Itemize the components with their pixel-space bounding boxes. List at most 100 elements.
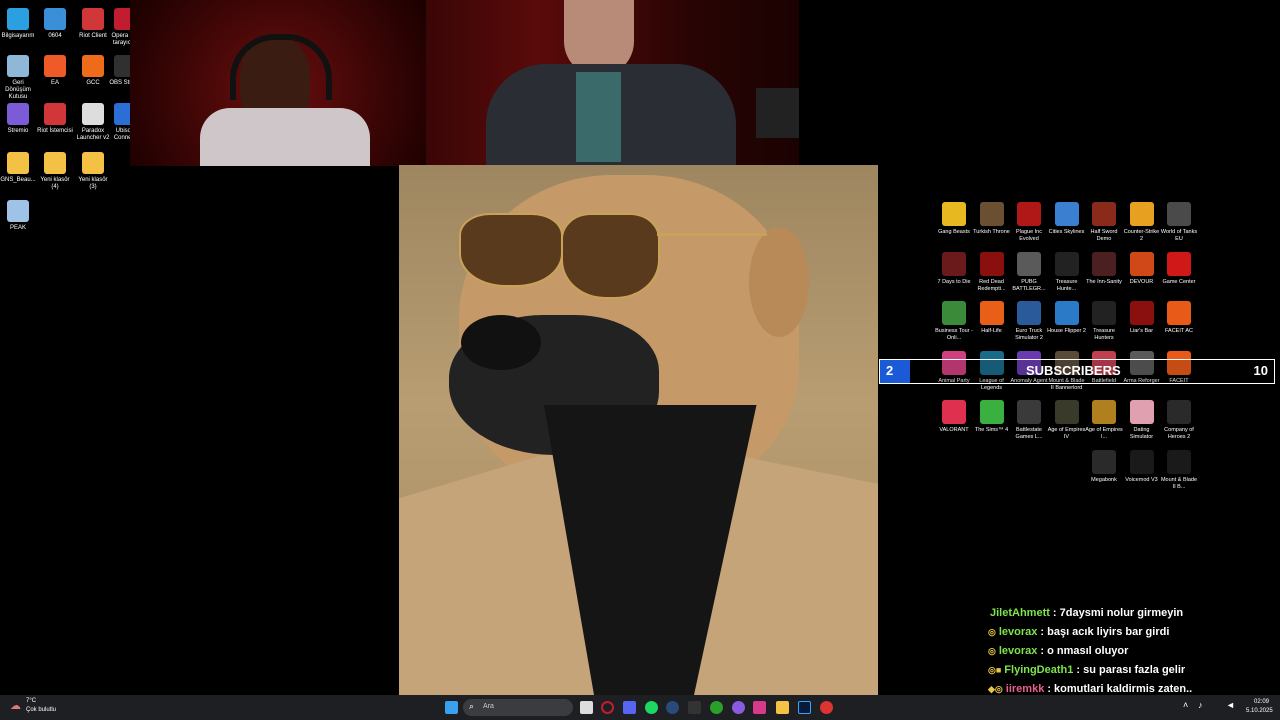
desktop-icon[interactable]: Geri Dönüşüm Kutusu [0, 55, 36, 101]
game-shortcut[interactable]: Business Tour - Onli... [934, 301, 974, 342]
webcam-left [130, 0, 426, 166]
desktop-icon[interactable]: 0604 [37, 8, 73, 40]
game-icon [1092, 301, 1116, 325]
volume-icon[interactable]: ◄ [1226, 700, 1235, 710]
game-shortcut[interactable]: Plague Inc Evolved [1009, 202, 1049, 243]
chat-username: levorax [998, 626, 1038, 638]
steam-icon[interactable] [666, 701, 679, 714]
chat-username: iiremkk [1005, 683, 1045, 695]
file-explorer-icon[interactable] [776, 701, 789, 714]
game-shortcut[interactable]: World of Tanks EU [1159, 202, 1199, 243]
chat-badge-icon: ◎ [988, 646, 996, 656]
desktop-icon-label: Riot Client [79, 33, 107, 39]
game-shortcut[interactable]: Cities Skylines [1047, 202, 1087, 236]
game-shortcut[interactable]: Gang Beasts [934, 202, 974, 236]
game-shortcut[interactable]: DEVOUR [1122, 251, 1162, 286]
desktop-icon[interactable]: EA [37, 55, 73, 87]
photoshop-icon[interactable] [798, 701, 811, 714]
game-label: World of Tanks EU [1160, 229, 1198, 242]
chat-badge-icon: ◎■ [988, 665, 1002, 675]
game-icon [1017, 301, 1041, 325]
scarf [576, 72, 621, 162]
desktop-icon[interactable]: Stremio [0, 103, 36, 135]
desktop-icon-label: Yeni klasör (4) [40, 177, 70, 190]
game-shortcut[interactable]: The Inn-Sanity [1084, 251, 1124, 286]
desktop-icon-label: GNS_Beau... [0, 177, 36, 183]
game-shortcut[interactable]: Liar's Bar [1122, 301, 1162, 335]
game-shortcut[interactable]: Game Center [1159, 251, 1199, 286]
opera-gx-icon[interactable] [601, 701, 614, 714]
network-icon[interactable]: ♪ [1198, 700, 1203, 710]
spotify-icon[interactable] [645, 701, 658, 714]
game-label: Business Tour - Onli... [935, 328, 973, 341]
app-icon [44, 8, 66, 30]
desktop-icon[interactable]: Bilgisayarım [0, 8, 36, 40]
game-shortcut[interactable]: Dating Simulator [1122, 400, 1162, 441]
desktop-icon[interactable]: Yeni klasör (3) [75, 152, 111, 191]
desktop-icon[interactable]: GNS_Beau... [0, 152, 36, 184]
game-shortcut[interactable]: Age of Empires I... [1084, 400, 1124, 441]
desktop-icon[interactable]: Paradox Launcher v2 [75, 103, 111, 142]
dog-ear [749, 227, 809, 337]
search-icon: ⌕ [469, 701, 475, 711]
start-button[interactable] [445, 701, 458, 714]
app-icon [82, 152, 104, 174]
desktop-icon-label: Yeni klasör (3) [78, 177, 108, 190]
game-icon [1017, 400, 1041, 424]
instagram-icon[interactable] [753, 701, 766, 714]
game-shortcut[interactable]: Mount & Blade II B... [1159, 449, 1199, 491]
tray-chevron-icon[interactable]: ˄ [1183, 700, 1188, 710]
game-icon [942, 301, 966, 325]
weather-icon[interactable]: ☁ [10, 699, 21, 712]
desktop-icon-label: Paradox Launcher v2 [76, 128, 110, 141]
game-label: Gang Beasts [938, 229, 970, 235]
game-label: Half-Life [981, 328, 1002, 334]
game-shortcut[interactable]: VALORANT [934, 400, 974, 434]
desktop-icon-label: GCC [86, 80, 100, 86]
game-shortcut[interactable]: Megabonk [1084, 449, 1124, 484]
game-shortcut[interactable]: Voicemod V3 [1122, 449, 1162, 484]
desktop-icon[interactable]: GCC [75, 55, 111, 87]
game-shortcut[interactable]: Company of Heroes 2 [1159, 400, 1199, 441]
search-box[interactable]: ⌕ Ara [463, 699, 573, 716]
game-shortcut[interactable]: Treasure Hunters [1084, 301, 1124, 342]
game-icon [979, 202, 1004, 226]
desktop-icon[interactable]: PEAK [0, 200, 36, 232]
desktop-icon[interactable]: Riot İstemcisi [37, 103, 73, 135]
game-shortcut[interactable]: Half Sword Demo [1084, 202, 1124, 243]
xbox-icon[interactable] [710, 701, 723, 714]
chat-message: ◎■ FlyingDeath1: su parası fazla gelir [988, 664, 1185, 676]
game-shortcut[interactable]: Battlestate Games L... [1009, 400, 1049, 441]
game-shortcut[interactable]: 7 Days to Die [934, 251, 974, 286]
clock-time[interactable]: 02:09 [1254, 699, 1269, 705]
headphones [230, 34, 332, 100]
epic-games-icon[interactable] [688, 701, 701, 714]
game-shortcut[interactable]: Turkish Throne [972, 202, 1012, 236]
chat-message: ◎ levorax: o nmasıl oluyor [988, 645, 1128, 657]
game-label: Turkish Throne [973, 229, 1010, 235]
chrome-icon[interactable] [820, 701, 833, 714]
game-shortcut[interactable]: The Sims™ 4 [972, 400, 1012, 434]
game-label: PUBG BATTLEGR... [1012, 278, 1046, 292]
weather-temp: 7°C [26, 698, 37, 704]
chat-username: FlyingDeath1 [1004, 664, 1074, 676]
game-shortcut[interactable]: PUBG BATTLEGR... [1009, 251, 1049, 293]
discord-icon[interactable] [623, 701, 636, 714]
desktop-icon[interactable]: Riot Client [75, 8, 111, 40]
game-shortcut[interactable]: Half-Life [972, 301, 1012, 335]
messenger-icon[interactable] [732, 701, 745, 714]
task-view-icon[interactable] [580, 701, 593, 714]
clock-date[interactable]: 5.10.2025 [1246, 708, 1273, 714]
desktop-icon[interactable]: Yeni klasör (4) [37, 152, 73, 191]
game-shortcut[interactable]: Age of Empires IV [1047, 400, 1087, 441]
game-shortcut[interactable]: Counter-Strike 2 [1122, 202, 1162, 243]
game-shortcut[interactable]: Red Dead Redempti... [972, 251, 1012, 293]
game-shortcut[interactable]: House Flipper 2 [1047, 301, 1087, 335]
dog-nose [461, 315, 541, 370]
game-shortcut[interactable]: FACEIT AC [1159, 301, 1199, 335]
webcam-right [426, 0, 799, 174]
game-label: Game Center [1162, 278, 1196, 285]
chat-badge-icon: ◎ [988, 627, 996, 637]
game-shortcut[interactable]: Treasure Hunte... [1047, 251, 1087, 293]
game-shortcut[interactable]: Euro Truck Simulator 2 [1009, 301, 1049, 342]
